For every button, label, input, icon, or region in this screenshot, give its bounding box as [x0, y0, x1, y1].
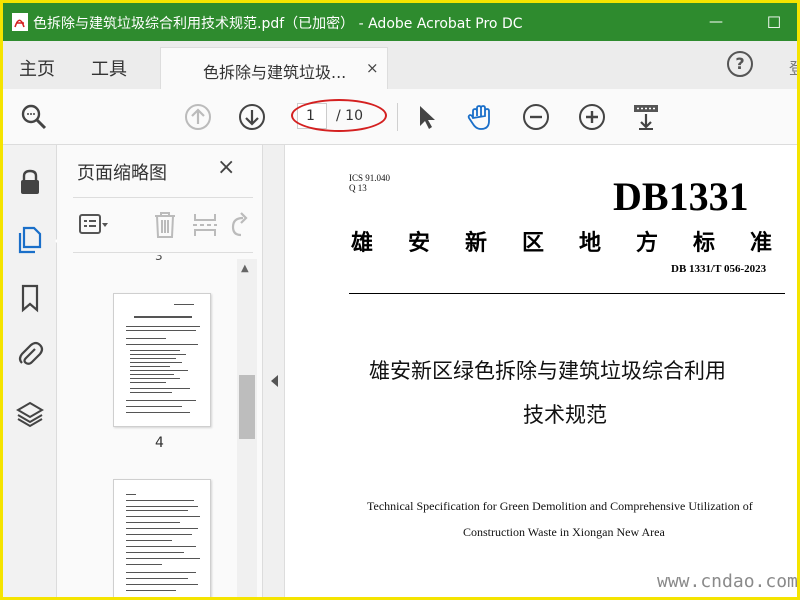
- maximize-icon: ☐: [766, 12, 782, 32]
- collapse-left-arrow-icon[interactable]: [271, 375, 278, 387]
- thumbnails-list: 3 4: [57, 255, 263, 597]
- window-title: 色拆除与建筑垃圾综合利用技术规范.pdf（已加密） - Adobe Acroba…: [33, 16, 523, 32]
- tab-home[interactable]: 主页: [19, 55, 55, 81]
- document-tab-label: 色拆除与建筑垃圾...: [203, 63, 347, 82]
- minimize-button[interactable]: —: [701, 9, 731, 35]
- rotate-page-icon[interactable]: [229, 210, 253, 240]
- title-bar: 色拆除与建筑垃圾综合利用技术规范.pdf（已加密） - Adobe Acroba…: [3, 3, 797, 41]
- chinese-title-line-1: 雄安新区绿色拆除与建筑垃圾综合利用: [369, 359, 726, 383]
- next-page-icon[interactable]: [237, 102, 267, 132]
- standard-code-heading: DB1331: [613, 174, 749, 219]
- sign-in-label[interactable]: 登: [789, 55, 797, 79]
- tab-bar: 主页 工具 色拆除与建筑垃圾... × ? 登: [3, 41, 797, 89]
- previous-page-icon[interactable]: [183, 102, 213, 132]
- page-thumbnail-4[interactable]: [113, 293, 211, 427]
- page-thumbnail-5[interactable]: [113, 479, 211, 597]
- scroll-up-arrow-icon[interactable]: ▲: [241, 263, 249, 274]
- panel-title: 页面缩略图: [77, 163, 167, 184]
- thumbnail-label-partial: 3: [155, 255, 163, 263]
- minimize-icon: —: [709, 14, 723, 30]
- thumbnail-label-4: 4: [155, 435, 164, 451]
- chinese-title-line-2: 技术规范: [523, 403, 607, 427]
- toolbar-divider: [397, 103, 398, 131]
- close-panel-icon[interactable]: ×: [217, 155, 235, 180]
- marquee-zoom-icon[interactable]: [631, 102, 661, 132]
- tab-tools[interactable]: 工具: [91, 55, 127, 81]
- close-tab-icon[interactable]: ×: [366, 59, 379, 77]
- help-button[interactable]: ?: [727, 51, 753, 77]
- select-arrow-icon[interactable]: [411, 102, 441, 132]
- ics-code: ICS 91.040: [349, 173, 391, 183]
- options-menu-icon[interactable]: [79, 212, 109, 238]
- local-standard-name: 雄安新区地方标准: [351, 231, 797, 256]
- header-rule: [349, 293, 785, 294]
- english-title-line-1: Technical Specification for Green Demoli…: [367, 499, 753, 513]
- lock-icon[interactable]: [15, 167, 45, 197]
- delete-page-icon[interactable]: [151, 210, 179, 240]
- standard-number: DB 1331/T 056-2023: [671, 263, 767, 275]
- site-watermark: www.cndao.com: [657, 571, 797, 592]
- zoom-in-icon[interactable]: [577, 102, 607, 132]
- thumbnail-toolbar: [73, 197, 253, 253]
- attachment-paperclip-icon[interactable]: [15, 339, 45, 369]
- document-page: ICS 91.040 Q 13 DB1331 雄安新区地方标准 DB 1331/…: [285, 145, 797, 597]
- acrobat-pdf-icon: [12, 13, 28, 31]
- scrollbar-thumb[interactable]: [239, 375, 255, 439]
- zoom-out-icon[interactable]: [521, 102, 551, 132]
- layers-icon[interactable]: [15, 399, 45, 429]
- q-code: Q 13: [349, 183, 367, 193]
- english-title-line-2: Construction Waste in Xiongan New Area: [463, 525, 665, 539]
- acrobat-window: 色拆除与建筑垃圾综合利用技术规范.pdf（已加密） - Adobe Acroba…: [3, 3, 797, 597]
- extract-pages-icon[interactable]: [191, 210, 219, 240]
- page-thumbnails-icon[interactable]: [15, 225, 45, 255]
- bookmark-icon[interactable]: [15, 283, 45, 313]
- main-toolbar: 1 / 10: [3, 89, 797, 145]
- hand-tool-icon[interactable]: [465, 102, 495, 132]
- page-thumbnails-panel: 页面缩略图 × 3 4 ▲: [57, 145, 263, 597]
- maximize-button[interactable]: ☐: [759, 9, 789, 35]
- left-navigation-rail: [3, 145, 63, 597]
- panel-collapse-strip[interactable]: [263, 145, 285, 597]
- tab-document[interactable]: 色拆除与建筑垃圾... ×: [160, 47, 388, 89]
- zoom-search-icon[interactable]: [19, 102, 49, 132]
- red-highlight-annotation: [291, 99, 387, 132]
